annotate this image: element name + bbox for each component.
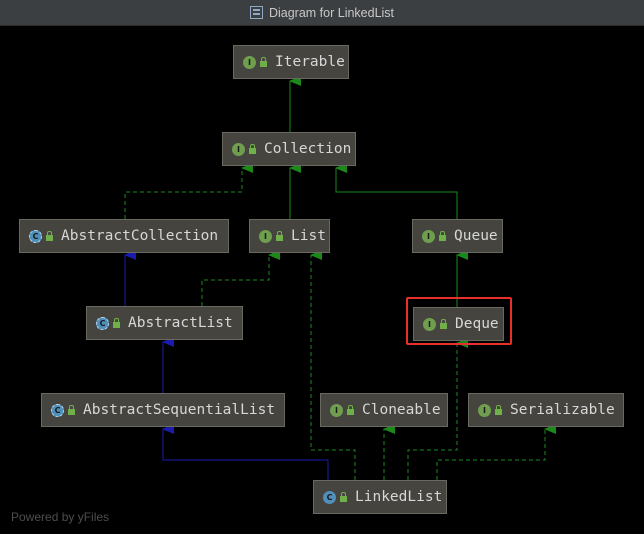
node-iterable[interactable]: I Iterable [233,45,349,79]
lock-icon [249,144,256,154]
diagram-window: Diagram for LinkedList I Iterable I Coll… [0,0,644,534]
lock-icon [46,231,53,241]
interface-icon: I [422,229,435,243]
node-abstractcollection[interactable]: C AbstractCollection [19,219,229,253]
powered-by-footer: Powered by yFiles [11,510,110,524]
node-abstractlist[interactable]: C AbstractList [86,306,243,340]
lock-icon [495,405,502,415]
node-label-iterable: Iterable [275,54,345,70]
lock-icon [68,405,75,415]
node-label-abstractcollection: AbstractCollection [61,228,219,244]
node-label-collection: Collection [264,141,352,157]
class-icon: C [323,490,336,504]
lock-icon [113,318,120,328]
node-label-queue: Queue [454,228,498,244]
node-serializable[interactable]: I Serializable [468,393,624,427]
node-label-cloneable: Cloneable [362,402,441,418]
node-label-linkedlist: LinkedList [355,489,443,505]
node-cloneable[interactable]: I Cloneable [320,393,448,427]
node-label-abstractlist: AbstractList [128,315,233,331]
node-collection[interactable]: I Collection [222,132,356,166]
interface-icon: I [478,403,491,417]
interface-icon: I [243,55,256,69]
interface-icon: I [330,403,343,417]
node-linkedlist[interactable]: C LinkedList [313,480,447,514]
edge-linkedlist-to-abstractsequentiallist [162,424,329,480]
interface-icon: I [232,142,245,156]
diagram-canvas [124,76,556,480]
highlight-box [406,297,512,345]
lock-icon [276,231,283,241]
lock-icon [260,57,267,67]
edge-abstractcollection-to-collection [124,163,253,219]
edge-abstractlist-to-list [201,250,280,306]
interface-icon: I [259,229,272,243]
node-label-serializable: Serializable [510,402,615,418]
node-abstractsequentiallist[interactable]: C AbstractSequentialList [41,393,285,427]
abstract-class-icon: C [29,229,42,243]
edge-queue-to-collection [335,163,458,219]
lock-icon [347,405,354,415]
lock-icon [340,492,347,502]
lock-icon [439,231,446,241]
node-list[interactable]: I List [249,219,330,253]
abstract-class-icon: C [96,316,109,330]
node-queue[interactable]: I Queue [412,219,503,253]
abstract-class-icon: C [51,403,64,417]
node-label-list: List [291,228,326,244]
edge-linkedlist-to-serializable [436,424,556,480]
node-label-abstractsequentiallist: AbstractSequentialList [83,402,276,418]
edge-linkedlist-to-list [310,250,356,480]
